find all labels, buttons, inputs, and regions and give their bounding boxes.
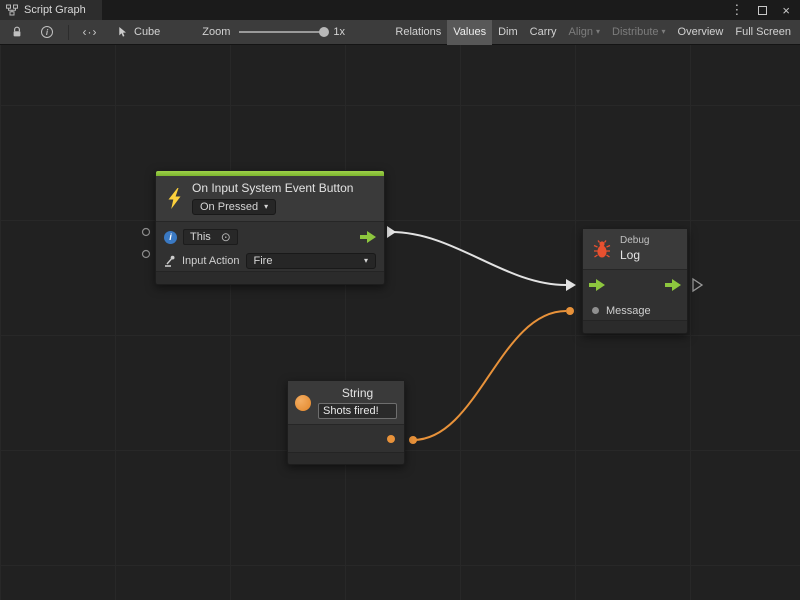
string-port-dot-icon[interactable] [387, 435, 395, 443]
zoom-value: 1x [333, 26, 345, 38]
graph-icon [6, 4, 18, 16]
debug-node-footer [583, 320, 687, 333]
lock-icon[interactable] [8, 23, 26, 41]
string-node-header: String Shots fired! [288, 381, 404, 425]
cursor-icon [117, 26, 128, 38]
node-debug-log[interactable]: Debug Log Message [582, 228, 688, 334]
message-label: Message [606, 305, 651, 317]
lightning-bolt-icon [167, 188, 182, 209]
graph-target-button[interactable]: Cube [117, 26, 160, 38]
values-button[interactable]: Values [447, 20, 492, 45]
overview-button[interactable]: Overview [672, 20, 730, 45]
input-action-icon [164, 255, 176, 267]
object-picker-icon[interactable]: ⊙ [221, 231, 231, 243]
toolbar-left-group: i ‹·› [0, 23, 99, 41]
carry-button[interactable]: Carry [524, 20, 563, 45]
align-button[interactable]: Align ▾ [563, 20, 606, 45]
tab-title: Script Graph [24, 4, 86, 16]
info-badge-icon: i [164, 231, 177, 244]
debug-node-header: Debug Log [583, 229, 687, 270]
zoom-control: Zoom 1x [202, 26, 345, 38]
flow-input-arrow-icon[interactable] [589, 279, 605, 291]
debug-node-title: Log [620, 248, 649, 262]
script-graph-window: Script Graph ⋮ × i ‹·› [0, 0, 800, 600]
graph-canvas[interactable]: On Input System Event Button On Pressed … [0, 45, 800, 600]
message-input-port[interactable] [566, 307, 574, 315]
bug-icon [592, 239, 612, 259]
chevron-down-icon: ▾ [364, 257, 368, 265]
target-object-label: Cube [134, 26, 160, 38]
close-icon[interactable]: × [782, 3, 790, 18]
event-node-title: On Input System Event Button [192, 181, 378, 195]
relations-button[interactable]: Relations [389, 20, 447, 45]
flow-output-arrow-icon[interactable] [665, 279, 681, 291]
toolbar-buttons: Relations Values Dim Carry Align ▾ Distr… [389, 20, 800, 45]
string-type-icon [295, 395, 311, 411]
input-action-dropdown[interactable]: Fire ▾ [246, 253, 377, 269]
string-node-title: String [342, 386, 373, 400]
tab-script-graph[interactable]: Script Graph [0, 0, 102, 20]
debug-node-category: Debug [620, 235, 649, 246]
this-object-field[interactable]: This ⊙ [183, 229, 238, 245]
menu-icon[interactable]: ⋮ [730, 2, 743, 18]
input-action-input-port[interactable] [143, 251, 150, 258]
graph-toolbar: i ‹·› Cube Zoom 1x Relations Values [0, 20, 800, 45]
inspect-info-icon[interactable]: i [38, 23, 56, 41]
node-on-input-system-event-button[interactable]: On Input System Event Button On Pressed … [155, 170, 385, 285]
string-value-field[interactable]: Shots fired! [318, 403, 397, 419]
wire-control-flow-arrowhead-icon [566, 279, 576, 291]
string-node-footer [288, 452, 404, 464]
window-controls: ⋮ × [730, 0, 800, 20]
message-port-dot-icon[interactable] [592, 307, 599, 314]
node-string-literal[interactable]: String Shots fired! [287, 380, 405, 465]
event-node-body: i This ⊙ Input Acti [156, 222, 384, 271]
dim-button[interactable]: Dim [492, 20, 524, 45]
debug-flow-row [583, 270, 687, 301]
this-row: i This ⊙ [164, 227, 376, 247]
flow-output-arrow-icon[interactable] [360, 231, 376, 243]
zoom-slider[interactable] [239, 31, 324, 33]
title-bar: Script Graph ⋮ × [0, 0, 800, 20]
event-node-header: On Input System Event Button On Pressed … [156, 176, 384, 222]
chevron-down-icon: ▾ [662, 28, 666, 36]
chevron-down-icon: ▾ [596, 28, 600, 36]
input-action-row: Input Action Fire ▾ [164, 251, 376, 271]
zoom-knob[interactable] [319, 27, 329, 37]
maximize-icon[interactable] [758, 6, 767, 15]
chevron-down-icon: ▾ [264, 203, 268, 211]
distribute-button[interactable]: Distribute ▾ [606, 20, 671, 45]
string-node-body [288, 425, 404, 452]
code-preview-icon[interactable]: ‹·› [81, 23, 99, 41]
string-output-port[interactable] [409, 436, 417, 444]
wire-control-flow[interactable] [391, 232, 566, 285]
message-row: Message [583, 301, 687, 320]
event-node-footer [156, 271, 384, 284]
event-flow-output-port[interactable] [387, 226, 396, 238]
zoom-label: Zoom [202, 26, 230, 38]
wire-string-value[interactable] [413, 311, 566, 440]
fullscreen-button[interactable]: Full Screen [729, 20, 797, 45]
this-input-port[interactable] [143, 229, 150, 236]
log-flow-output-port[interactable] [693, 279, 702, 291]
trigger-phase-dropdown[interactable]: On Pressed ▾ [192, 199, 276, 215]
toolbar-separator [68, 25, 69, 40]
